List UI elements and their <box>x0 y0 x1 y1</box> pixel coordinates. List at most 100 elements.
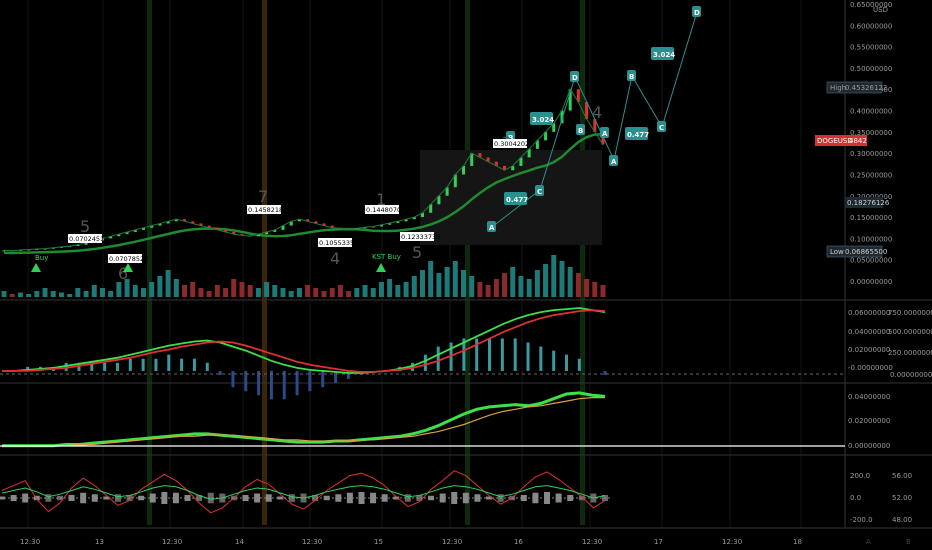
volume-bar <box>280 288 286 297</box>
auto-scale-icon[interactable]: A <box>866 538 871 546</box>
volume-bar <box>173 279 179 297</box>
volume-bar <box>575 273 581 297</box>
macd-histogram-bar <box>282 370 286 400</box>
volume-bar <box>42 288 48 297</box>
price-tick: 0.15000000 <box>850 214 892 222</box>
volume-bar <box>67 294 73 297</box>
volume-bar <box>551 255 557 297</box>
settings-icon[interactable]: B <box>906 538 911 546</box>
volume-bar <box>149 282 155 297</box>
volume-bar <box>108 291 114 297</box>
mid-price-tag: 0.18276126 <box>845 197 890 208</box>
volume-bar <box>239 282 245 297</box>
buy-signal-label: Buy <box>35 254 48 262</box>
volume-bar <box>387 279 393 297</box>
macd-histogram-bar <box>436 346 440 371</box>
time-tick: 12:30 <box>162 538 182 546</box>
price-label: 0.14480705 <box>366 206 405 214</box>
wave-number: 4 <box>592 103 602 122</box>
cci-tick: 200.0 <box>850 472 870 480</box>
volume-bar <box>584 279 590 297</box>
volume-bar <box>9 294 15 297</box>
macd-histogram-bar <box>167 354 171 371</box>
price-label: 0.07024514 <box>69 235 108 243</box>
price-label: 0.30042024 <box>494 140 533 148</box>
macd-histogram-bar <box>218 370 222 375</box>
macd-tick: -0.00000000 <box>848 364 893 372</box>
low-price-tag-value: 0.06865500 <box>845 248 887 256</box>
macd-histogram-bar <box>128 358 132 371</box>
volume-bar <box>378 282 384 297</box>
price-tick: 0.30000000 <box>850 150 892 158</box>
macd-histogram-bar <box>192 358 196 371</box>
volume-bar <box>182 285 188 297</box>
volume-bar <box>444 267 450 297</box>
time-tick: 12:30 <box>722 538 742 546</box>
volume-bar <box>17 292 23 297</box>
macd-right-tick: 500.00000000 <box>888 328 932 336</box>
volume-bar <box>469 276 475 297</box>
volume-bar <box>58 292 64 297</box>
time-tick: 12:30 <box>302 538 322 546</box>
currency-label: USD <box>873 6 888 14</box>
price-tick: 0.55000000 <box>850 44 892 52</box>
volume-bar <box>559 261 565 297</box>
rsi-tick: 52.00 <box>892 494 912 502</box>
volume-bar <box>223 288 229 297</box>
time-tick: 16 <box>514 538 523 546</box>
volume-bar <box>116 282 122 297</box>
volume-bar <box>592 282 598 297</box>
volume-bar <box>526 279 532 297</box>
macd-histogram-bar <box>513 338 517 371</box>
elliott-ratio-label: 3.024 <box>653 51 675 59</box>
elliott-point-a2-label: A <box>611 158 617 166</box>
volume-bar <box>26 294 32 297</box>
time-tick: 12:30 <box>582 538 602 546</box>
volume-bar <box>214 285 220 297</box>
elliott-point-b3-label: B <box>578 127 583 135</box>
time-tick: 15 <box>374 538 383 546</box>
kst-buy-label: KST Buy <box>372 253 401 261</box>
elliott-point-c-label: C <box>537 188 542 196</box>
macd-histogram-bar <box>423 354 427 371</box>
volume-bar <box>518 276 524 297</box>
volume-bar <box>296 288 302 297</box>
volume-bar <box>313 288 319 297</box>
macd-tick: 0.06000000 <box>848 309 890 317</box>
volume-bar <box>206 291 212 297</box>
volume-bar <box>321 291 327 297</box>
volume-bar <box>362 285 368 297</box>
volume-bar <box>165 270 171 297</box>
macd-histogram-bar <box>269 370 273 400</box>
trading-chart[interactable]: A B C D A B C D B A 3.024 0.477 3.024 0.… <box>0 0 932 550</box>
price-tick: 0.10000000 <box>850 235 892 243</box>
volume-bar <box>403 282 409 297</box>
volume-bar <box>264 282 270 297</box>
high-price-tag-label: High <box>830 84 846 92</box>
macd-right-tick: 750.00000000 <box>888 309 932 317</box>
macd-histogram-bar <box>103 362 107 371</box>
osc-tick: 0.02000000 <box>848 417 890 425</box>
volume-bar <box>75 288 81 297</box>
volume-bar <box>157 276 163 297</box>
volume-bar <box>190 282 196 297</box>
macd-histogram-bar <box>321 370 325 388</box>
elliott-point-a3-label: A <box>602 130 608 138</box>
osc-tick: 0.00000000 <box>848 442 890 450</box>
volume-bar <box>140 288 146 297</box>
macd-histogram-bar <box>154 358 158 371</box>
time-tick: 14 <box>235 538 244 546</box>
elliott-ratio-label: 0.477 <box>506 196 528 204</box>
elliott-point-d-label: D <box>572 74 578 82</box>
volume-bar <box>91 285 97 297</box>
elliott-ratio-label: 3.024 <box>532 116 554 124</box>
volume-bar <box>452 261 458 297</box>
time-tick: 12:30 <box>442 538 462 546</box>
cci-tick: 0.0 <box>850 494 861 502</box>
rsi-tick: 56.00 <box>892 472 912 480</box>
price-tick: 0.50000000 <box>850 65 892 73</box>
elliott-ratio-label: 0.477 <box>627 131 649 139</box>
volume-bar <box>198 288 204 297</box>
volume-bar <box>567 267 573 297</box>
volume-bar <box>99 288 105 297</box>
